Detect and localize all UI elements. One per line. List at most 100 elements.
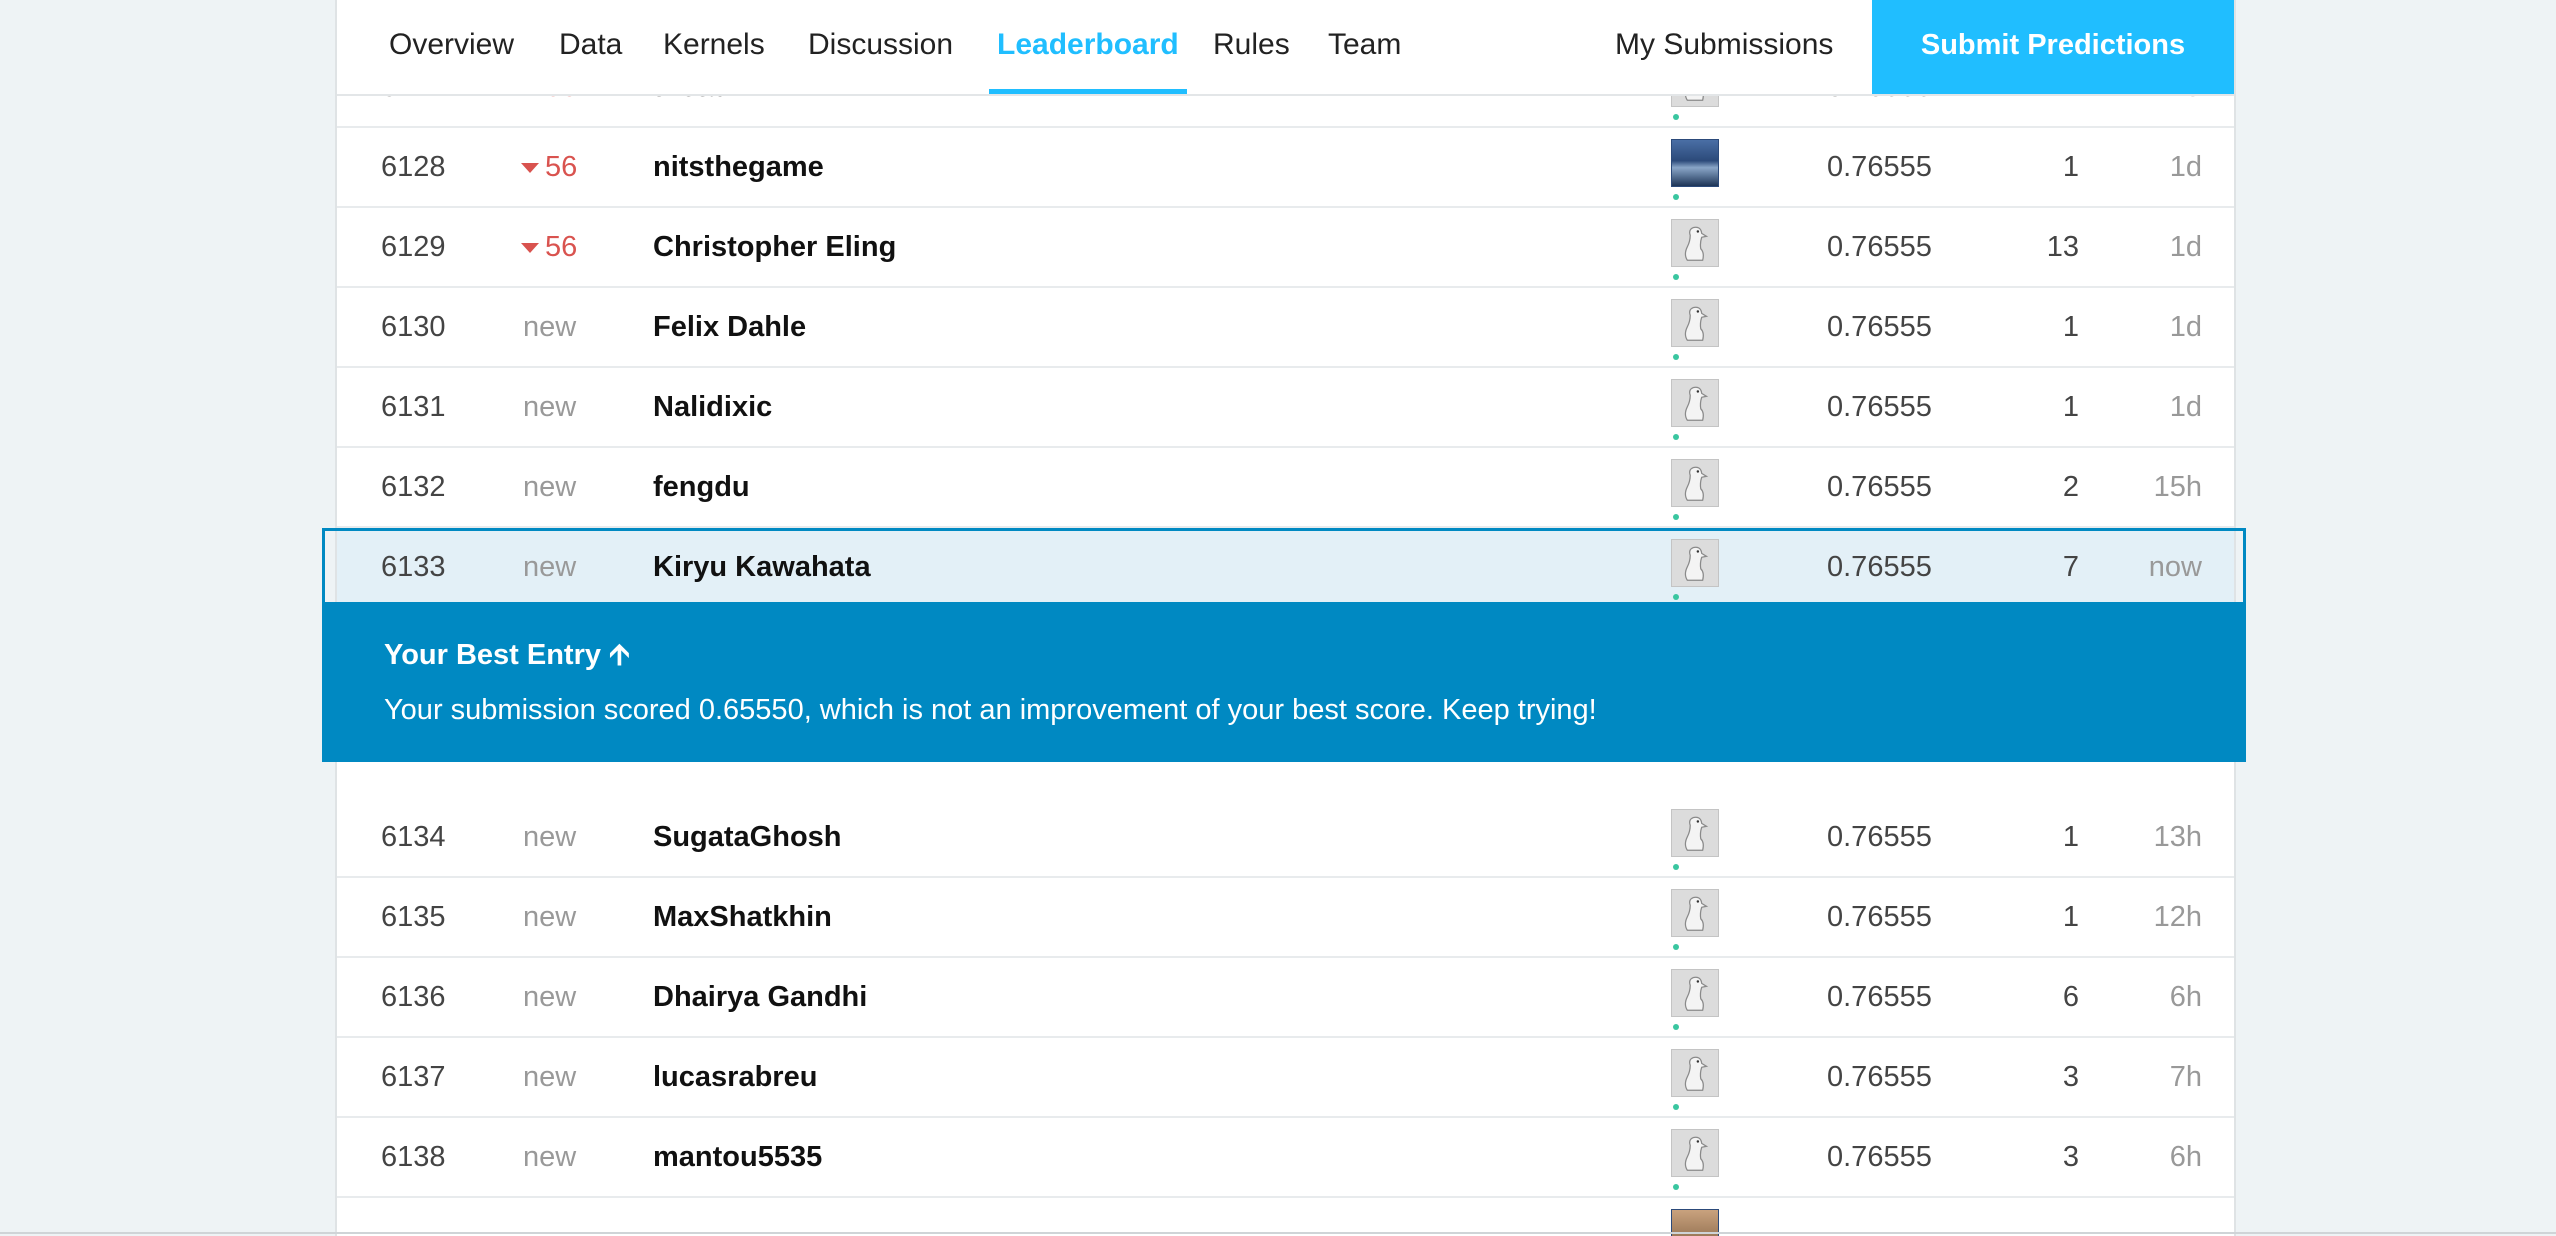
- row-entries: 3: [2062, 1061, 2079, 1093]
- team-name[interactable]: Christopher Eling: [653, 208, 896, 286]
- team-name[interactable]: mantou5535: [653, 1118, 822, 1196]
- table-row[interactable]: 6135 new MaxShatkhin 0.76555 1 12h: [337, 878, 2234, 958]
- table-row[interactable]: 6129 56 Christopher Eling 0.76555 13 1d: [337, 208, 2234, 288]
- table-row[interactable]: 6137 new lucasrabreu 0.76555 3 7h: [337, 1038, 2234, 1118]
- row-score: 0.76555: [1827, 1141, 1932, 1173]
- table-row[interactable]: 6131 new Nalidixic 0.76555 1 1d: [337, 368, 2234, 448]
- avatar[interactable]: [1671, 139, 1719, 187]
- avatar[interactable]: [1671, 459, 1719, 507]
- rank-change: new: [523, 1141, 577, 1173]
- online-status-dot: [1673, 514, 1679, 520]
- row-rank: 6129: [381, 231, 446, 263]
- row-score: 0.76555: [1827, 471, 1932, 503]
- row-entries: 2: [2062, 471, 2079, 503]
- avatar[interactable]: [1671, 1129, 1719, 1177]
- rank-change: new: [523, 391, 577, 423]
- table-row[interactable]: 6132 new fengdu 0.76555 2 15h: [337, 448, 2234, 528]
- competition-nav: Overview Data Kernels Discussion Leaderb…: [337, 0, 2234, 96]
- avatar[interactable]: [1671, 299, 1719, 347]
- rank-change: new: [523, 551, 577, 583]
- online-status-dot: [1673, 354, 1679, 360]
- row-rank: 6131: [381, 391, 446, 423]
- row-entries: 7: [2062, 551, 2079, 583]
- rank-change: new: [523, 821, 577, 853]
- arrow-up-icon: 🡩: [609, 639, 630, 671]
- table-row[interactable]: 6130 new Felix Dahle 0.76555 1 1d: [337, 288, 2234, 368]
- avatar[interactable]: [1671, 1049, 1719, 1097]
- row-last-submission: 13h: [2153, 821, 2202, 853]
- row-score: 0.76555: [1827, 151, 1932, 183]
- team-name[interactable]: SugataGhosh: [653, 798, 842, 876]
- tab-kernels[interactable]: Kernels: [663, 0, 765, 94]
- team-name[interactable]: Dhairya Gandhi: [653, 958, 867, 1036]
- row-last-submission: 6h: [2169, 981, 2202, 1013]
- row-last-submission: 1d: [2169, 311, 2202, 343]
- best-entry-message: Your submission scored 0.65550, which is…: [384, 694, 1597, 726]
- tab-rules[interactable]: Rules: [1213, 0, 1290, 94]
- avatar[interactable]: [1671, 969, 1719, 1017]
- team-name[interactable]: Nalidixic: [653, 368, 772, 446]
- tab-data[interactable]: Data: [559, 0, 622, 94]
- avatar[interactable]: [1671, 379, 1719, 427]
- my-submissions-link[interactable]: My Submissions: [1615, 0, 1833, 94]
- online-status-dot: [1673, 944, 1679, 950]
- online-status-dot: [1673, 1184, 1679, 1190]
- online-status-dot: [1673, 594, 1679, 600]
- team-name[interactable]: fengdu: [653, 448, 750, 526]
- avatar[interactable]: [1671, 539, 1719, 587]
- default-avatar-icon: [1672, 300, 1718, 346]
- team-name[interactable]: nitsthegame: [653, 128, 824, 206]
- online-status-dot: [1673, 194, 1679, 200]
- avatar[interactable]: [1671, 889, 1719, 937]
- table-row[interactable]: 6128 56 nitsthegame 0.76555 1 1d: [337, 128, 2234, 208]
- team-name[interactable]: lucasrabreu: [653, 1038, 817, 1116]
- team-name[interactable]: MaxShatkhin: [653, 878, 832, 956]
- tab-discussion[interactable]: Discussion: [808, 0, 953, 94]
- row-last-submission: 1d: [2169, 391, 2202, 423]
- default-avatar-icon: [1672, 460, 1718, 506]
- row-score: 0.76555: [1827, 821, 1932, 853]
- row-rank: 6134: [381, 821, 446, 853]
- row-entries: 3: [2062, 1141, 2079, 1173]
- table-row[interactable]: 6138 new mantou5535 0.76555 3 6h: [337, 1118, 2234, 1198]
- default-avatar-icon: [1672, 540, 1718, 586]
- default-avatar-icon: [1672, 220, 1718, 266]
- row-score: 0.76555: [1827, 231, 1932, 263]
- row-last-submission: 7h: [2169, 1061, 2202, 1093]
- online-status-dot: [1673, 1024, 1679, 1030]
- row-last-submission: 1d: [2169, 231, 2202, 263]
- row-rank: 6136: [381, 981, 446, 1013]
- row-rank: 6135: [381, 901, 446, 933]
- rank-change: new: [523, 901, 577, 933]
- online-status-dot: [1673, 434, 1679, 440]
- table-row[interactable]: 6136 new Dhairya Gandhi 0.76555 6 6h: [337, 958, 2234, 1038]
- default-avatar-icon: [1672, 810, 1718, 856]
- default-avatar-icon: [1672, 970, 1718, 1016]
- submit-predictions-button[interactable]: Submit Predictions: [1872, 0, 2234, 94]
- best-entry-banner: Your Best Entry 🡩 Your submission scored …: [322, 602, 2246, 762]
- my-team-row[interactable]: 6133 new Kiryu Kawahata 0.76555 7 now: [337, 528, 2234, 602]
- row-rank: 6130: [381, 311, 446, 343]
- row-entries: 13: [2046, 231, 2079, 263]
- rank-change: 56: [521, 208, 577, 286]
- row-rank: 6128: [381, 151, 446, 183]
- tab-leaderboard[interactable]: Leaderboard: [989, 0, 1187, 94]
- row-last-submission: 12h: [2153, 901, 2202, 933]
- row-entries: 6: [2062, 981, 2079, 1013]
- row-rank: 6132: [381, 471, 446, 503]
- avatar[interactable]: [1671, 809, 1719, 857]
- default-avatar-icon: [1672, 1050, 1718, 1096]
- avatar[interactable]: [1671, 219, 1719, 267]
- row-last-submission: 15h: [2153, 471, 2202, 503]
- online-status-dot: [1673, 114, 1679, 120]
- online-status-dot: [1673, 274, 1679, 280]
- row-score: 0.76555: [1827, 551, 1932, 583]
- team-name[interactable]: Felix Dahle: [653, 288, 806, 366]
- tab-overview[interactable]: Overview: [389, 0, 514, 94]
- online-status-dot: [1673, 864, 1679, 870]
- table-row-partial[interactable]: [337, 1198, 2234, 1236]
- rank-change: new: [523, 471, 577, 503]
- team-name[interactable]: Kiryu Kawahata: [653, 528, 871, 606]
- table-row[interactable]: 6134 new SugataGhosh 0.76555 1 13h: [337, 798, 2234, 878]
- tab-team[interactable]: Team: [1328, 0, 1401, 94]
